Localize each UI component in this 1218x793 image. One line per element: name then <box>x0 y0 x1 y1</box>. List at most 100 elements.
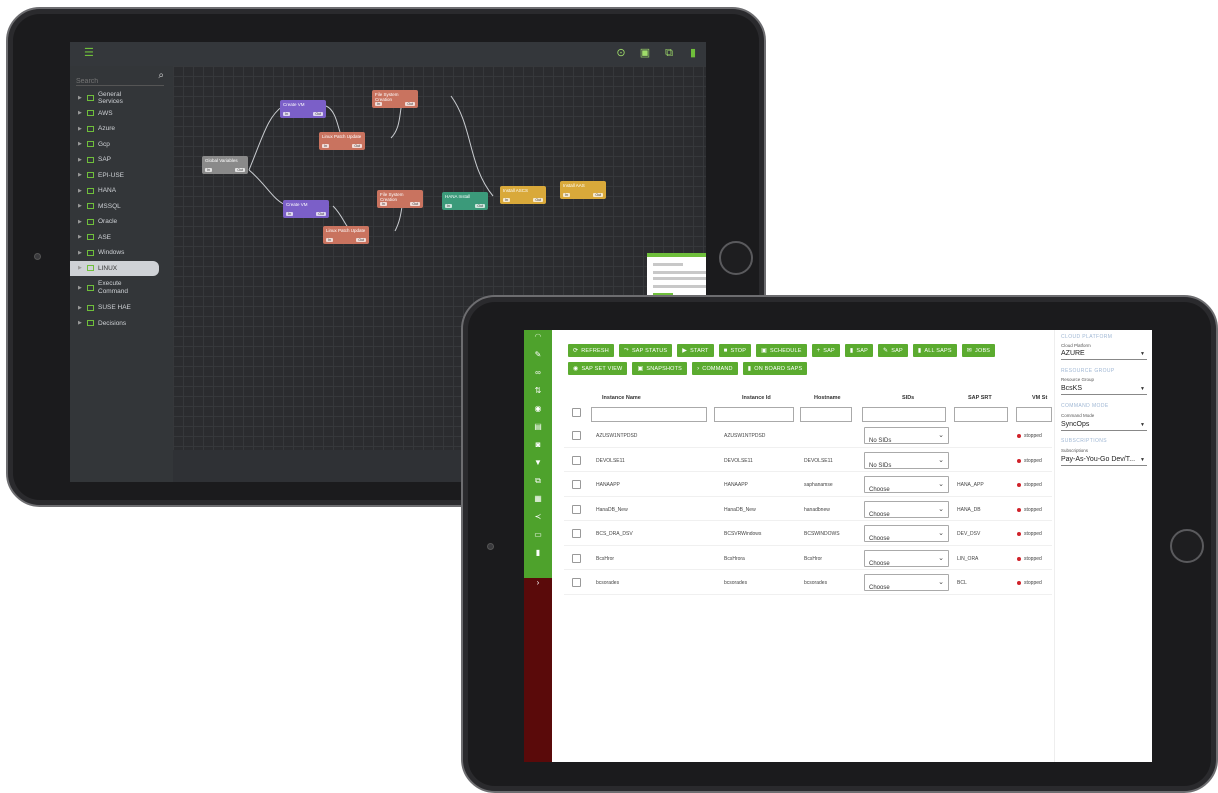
sids-select[interactable]: Choose ⌄ <box>864 574 949 591</box>
col-instance-name[interactable]: Instance Name <box>602 395 641 401</box>
node-input-pin[interactable]: In <box>445 204 452 208</box>
toolbar-button[interactable]: + SAP <box>811 344 840 357</box>
node-output-pin[interactable]: Out <box>316 212 326 216</box>
node-input-pin[interactable]: In <box>563 193 570 197</box>
tree-item[interactable]: ▶ LINUX <box>70 260 159 276</box>
toolbar-button[interactable]: › COMMAND <box>692 362 738 375</box>
node-input-pin[interactable]: In <box>286 212 293 216</box>
share-icon[interactable]: ≺ <box>524 512 552 522</box>
workflow-node[interactable]: File System Creation In Out <box>377 190 423 208</box>
table-row[interactable]: DEVOLSE11 DEVOLSE11 DEVOLSE11 No SIDs ⌄ stopp… <box>564 448 1052 472</box>
table-row[interactable]: BCS_DRA_DSV BCSVRWindows BCSWINDOWS Choose ⌄… <box>564 521 1052 546</box>
document-icon[interactable]: ▮ <box>686 46 700 60</box>
tree-item[interactable]: ▶ Azure <box>70 121 173 137</box>
sids-select[interactable]: Choose ⌄ <box>864 525 949 542</box>
workflow-node[interactable]: Create VM In Out <box>283 200 329 218</box>
toolbar-button[interactable]: ▣ SNAPSHOTS <box>632 362 688 375</box>
toolbar-button[interactable]: ▮ ALL SAPS <box>912 344 957 357</box>
sids-select[interactable]: Choose ⌄ <box>864 500 949 518</box>
node-input-pin[interactable]: In <box>375 102 382 106</box>
col-sids[interactable]: SIDs <box>902 395 914 401</box>
toolbar-button[interactable]: ▮ SAP <box>844 344 874 357</box>
module-search-input[interactable] <box>76 74 148 89</box>
link-icon[interactable]: ∞ <box>524 368 552 378</box>
node-output-pin[interactable]: Out <box>475 204 485 208</box>
toolbar-button[interactable]: ✉ JOBS <box>961 344 996 357</box>
toolbar-button[interactable]: ⟳ REFRESH <box>568 344 614 357</box>
node-input-pin[interactable]: In <box>283 112 290 116</box>
col-instance-id[interactable]: Instance Id <box>742 395 771 401</box>
table-row[interactable]: bcsorades bcsorades bcsorades Choose ⌄ BCL sto… <box>564 570 1052 595</box>
subscriptions-select[interactable]: Pay-As-You-Go Dev/T... ▼ <box>1061 456 1147 466</box>
resource-group-select[interactable]: BcsKS ▼ <box>1061 385 1147 395</box>
sliders-icon[interactable]: ⇅ <box>524 386 552 396</box>
node-input-pin[interactable]: In <box>380 202 387 206</box>
tree-item[interactable]: ▶ Execute Command <box>70 276 173 300</box>
toolbar-button[interactable]: ▮ ON BOARD SAPS <box>742 362 808 375</box>
filter-sids[interactable] <box>862 407 946 422</box>
toolbar-button[interactable]: ▣ SCHEDULE <box>756 344 807 357</box>
select-all-checkbox[interactable] <box>572 408 581 417</box>
col-hostname[interactable]: Hostname <box>814 395 841 401</box>
filter-sap-srt[interactable] <box>954 407 1008 422</box>
hamburger-menu-icon[interactable]: ☰ <box>84 48 96 59</box>
node-output-pin[interactable]: Out <box>235 168 245 172</box>
node-output-pin[interactable]: Out <box>356 238 366 242</box>
node-output-pin[interactable]: Out <box>533 198 543 202</box>
list-icon[interactable]: ▤ <box>524 422 552 432</box>
tree-item[interactable]: ▶ Decisions <box>70 316 173 332</box>
file-icon[interactable]: ▮ <box>524 548 552 558</box>
row-checkbox[interactable] <box>572 504 581 514</box>
calendar-icon[interactable]: ▭ <box>524 530 552 540</box>
tree-item[interactable]: ▶ Oracle <box>70 214 173 230</box>
export-icon[interactable]: ⧉ <box>662 46 676 60</box>
workflow-node[interactable]: HANA Install In Out <box>442 192 488 210</box>
node-output-pin[interactable]: Out <box>410 202 420 206</box>
sids-select[interactable]: Choose ⌄ <box>864 549 949 567</box>
run-icon[interactable]: ⊙ <box>614 46 628 60</box>
node-output-pin[interactable]: Out <box>313 112 323 116</box>
save-icon[interactable]: ▣ <box>638 46 652 60</box>
filter-vm-status[interactable] <box>1016 407 1052 422</box>
command-mode-select[interactable]: SyncOps ▼ <box>1061 421 1147 431</box>
row-checkbox[interactable] <box>572 553 581 563</box>
workflow-node[interactable]: Linux Patch Update In Out <box>319 132 365 150</box>
table-row[interactable]: HanaDB_New HanaDB_New hanadbnew Choose ⌄ HANA… <box>564 497 1052 521</box>
row-checkbox[interactable] <box>572 529 581 538</box>
workflow-node[interactable]: Create VM In Out <box>280 100 326 118</box>
tree-item[interactable]: ▶ MSSQL <box>70 199 173 215</box>
toolbar-button[interactable]: ✎ SAP <box>878 344 908 357</box>
sids-select[interactable]: No SIDs ⌄ <box>864 451 949 469</box>
tree-item[interactable]: ▶ General Services <box>70 90 173 106</box>
sids-select[interactable]: Choose ⌄ <box>864 476 949 493</box>
eye-icon[interactable]: ◉ <box>524 404 552 414</box>
edit-icon[interactable]: ✎ <box>524 350 552 360</box>
tree-item[interactable]: ▶ SAP <box>70 152 173 168</box>
toolbar-button[interactable]: ◉ SAP SET VIEW <box>568 362 628 375</box>
node-input-pin[interactable]: In <box>503 198 510 202</box>
row-checkbox[interactable] <box>572 480 581 489</box>
row-checkbox[interactable] <box>572 431 581 440</box>
copy-icon[interactable]: ⧉ <box>524 476 552 486</box>
workflow-node[interactable]: Global Variables In Out <box>202 156 248 174</box>
filter-hostname[interactable] <box>800 407 852 422</box>
col-vm-status[interactable]: VM St <box>1032 395 1047 401</box>
grid-icon[interactable]: ▦ <box>524 494 552 504</box>
node-input-pin[interactable]: In <box>322 144 329 148</box>
table-row[interactable]: BcsHror BcsHrora BcsHror Choose ⌄ LIN_ORA stop… <box>564 546 1052 570</box>
toolbar-button[interactable]: ⤳ SAP STATUS <box>618 344 673 357</box>
chevron-right-icon[interactable]: › <box>524 578 552 588</box>
search-icon[interactable]: ⌕ <box>158 70 164 81</box>
node-output-pin[interactable]: Out <box>405 102 415 106</box>
tree-item[interactable]: ▶ SUSE HAE <box>70 300 173 316</box>
tree-item[interactable]: ▶ HANA <box>70 183 173 199</box>
tree-item[interactable]: ▶ Gcp <box>70 137 173 153</box>
tree-item[interactable]: ▶ Windows <box>70 245 173 261</box>
workflow-node[interactable]: File System Creation In Out <box>372 90 418 108</box>
tree-item[interactable]: ▶ EPI-USE <box>70 168 173 184</box>
toolbar-button[interactable]: ▶ START <box>677 344 714 357</box>
tree-item[interactable]: ▶ AWS <box>70 106 173 122</box>
tree-item[interactable]: ▶ ASE <box>70 230 173 246</box>
row-checkbox[interactable] <box>572 578 581 587</box>
node-output-pin[interactable]: Out <box>593 193 603 197</box>
